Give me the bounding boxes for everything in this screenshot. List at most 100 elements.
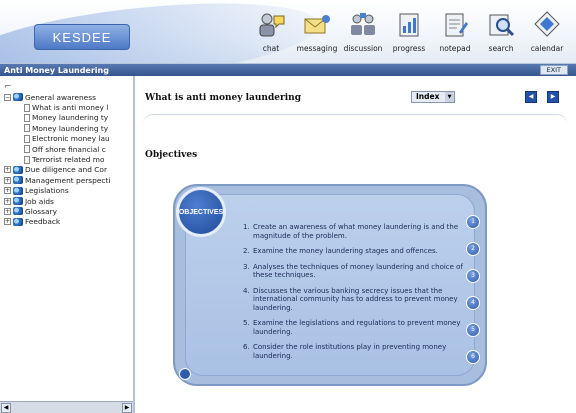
index-dropdown-label: Index xyxy=(416,92,440,101)
tree-leaf[interactable]: Terrorist related mo xyxy=(4,154,128,164)
tree-node[interactable]: + Management perspecti xyxy=(4,175,128,185)
tree-node[interactable]: + Glossary xyxy=(4,206,128,216)
objective-text: Examine the money laundering stages and … xyxy=(253,247,438,255)
toolbar-search-button[interactable]: search xyxy=(478,10,524,53)
expand-icon[interactable]: + xyxy=(4,176,11,184)
tree-leaf-label: Money laundering ty xyxy=(32,123,109,133)
discussion-icon xyxy=(351,13,375,35)
toolbar-chat-button[interactable]: chat xyxy=(248,10,294,53)
tree-leaf[interactable]: Money laundering ty xyxy=(4,123,128,133)
objective-text: Analyses the techniques of money launder… xyxy=(253,262,463,280)
tree-node-label: Due diligence and Cor xyxy=(25,165,107,175)
tree-horizontal-scrollbar[interactable]: ◀ ▶ xyxy=(0,401,133,413)
toolbar-label: discussion xyxy=(343,44,383,53)
scroll-right-icon[interactable]: ▶ xyxy=(122,403,132,413)
toolbar-progress-button[interactable]: progress xyxy=(386,10,432,53)
rail-dot-icon: 1 xyxy=(466,215,480,229)
tree-node-label: Management perspecti xyxy=(25,175,111,185)
tree-node[interactable]: + Legislations xyxy=(4,186,128,196)
objective-text: Consider the role institutions play in p… xyxy=(253,343,447,360)
objective-item: 4. Discusses the various banking secrecy … xyxy=(243,287,468,313)
page-icon xyxy=(24,145,30,154)
collapse-icon[interactable]: − xyxy=(4,93,11,101)
rail-dot-icon: 5 xyxy=(466,323,480,337)
logo: KESDEE xyxy=(34,24,130,50)
tree-leaf[interactable]: Off shore financial c xyxy=(4,144,128,154)
toolbar-label: messaging xyxy=(296,44,338,53)
tree-node-label: Feedback xyxy=(25,217,61,227)
tree-leaf[interactable]: Money laundering ty xyxy=(4,113,128,123)
page-icon xyxy=(24,134,30,143)
page-icon xyxy=(24,103,30,112)
topic-icon xyxy=(13,217,23,226)
objective-text: Create an awareness of what money launde… xyxy=(253,223,459,240)
content-area: What is anti money laundering Index ▼ ◀ … xyxy=(137,76,576,413)
objectives-panel-inner: 1. Create an awareness of what money laun… xyxy=(185,194,480,376)
course-tree-panel: ⌐ − General awareness What is anti money… xyxy=(0,76,135,413)
index-dropdown[interactable]: Index ▼ xyxy=(411,91,455,103)
expand-icon[interactable]: + xyxy=(4,207,11,215)
rail-dot-icon: 6 xyxy=(466,350,480,364)
tree-node[interactable]: + Feedback xyxy=(4,217,128,227)
topic-icon xyxy=(13,207,23,216)
messaging-icon xyxy=(304,15,330,34)
expand-icon[interactable]: + xyxy=(4,218,11,226)
objective-item: 1. Create an awareness of what money laun… xyxy=(243,223,468,240)
page-icon xyxy=(24,124,30,133)
content-divider xyxy=(143,114,567,126)
next-page-button[interactable]: ▶ xyxy=(547,91,559,103)
tree-node-general-awareness[interactable]: − General awareness xyxy=(4,92,128,102)
page-title: What is anti money laundering xyxy=(145,93,301,103)
module-title: Anti Money Laundering xyxy=(4,65,109,75)
corner-ornament-icon xyxy=(179,368,191,380)
toolbar-calendar-button[interactable]: calendar xyxy=(524,10,570,53)
toolbar-label: notepad xyxy=(439,44,471,53)
tree-leaf-label: Money laundering ty xyxy=(32,113,109,123)
toolbar: chat messaging discussion progress notep… xyxy=(248,10,570,53)
topic-icon xyxy=(13,176,23,185)
exit-button[interactable]: EXIT xyxy=(539,65,568,75)
expand-icon[interactable]: + xyxy=(4,166,11,174)
toolbar-label: calendar xyxy=(530,44,564,53)
objectives-list: 1. Create an awareness of what money laun… xyxy=(243,223,468,367)
objectives-rail: 1 2 3 4 5 6 xyxy=(466,215,480,365)
tree-node[interactable]: + Job aids xyxy=(4,196,128,206)
tree-leaf[interactable]: What is anti money l xyxy=(4,102,128,112)
tree-node-label: General awareness xyxy=(25,92,96,102)
tree-leaf-label: Off shore financial c xyxy=(32,144,106,154)
toolbar-discussion-button[interactable]: discussion xyxy=(340,10,386,53)
objectives-badge: OBJECTIVES xyxy=(176,187,226,237)
tree-node-label: Job aids xyxy=(25,196,54,206)
objective-item: 5. Examine the legislations and regulatio… xyxy=(243,319,468,336)
tree-leaf-label: Terrorist related mo xyxy=(32,155,105,165)
topic-icon xyxy=(13,93,23,102)
toolbar-messaging-button[interactable]: messaging xyxy=(294,10,340,53)
scroll-left-icon[interactable]: ◀ xyxy=(1,403,11,413)
module-title-bar: Anti Money Laundering EXIT xyxy=(0,64,576,76)
page-icon xyxy=(24,113,30,122)
objectives-panel: 1. Create an awareness of what money laun… xyxy=(173,184,487,386)
toolbar-notepad-button[interactable]: notepad xyxy=(432,10,478,53)
calendar-icon xyxy=(534,11,560,37)
tree-node[interactable]: + Due diligence and Cor xyxy=(4,165,128,175)
expand-icon[interactable]: + xyxy=(4,187,11,195)
header: KESDEE chat messaging discussion progres… xyxy=(0,0,576,64)
topic-icon xyxy=(13,186,23,195)
arrow-left-icon: ◀ xyxy=(528,93,534,100)
rail-dot-icon: 2 xyxy=(466,242,480,256)
expand-icon[interactable]: + xyxy=(4,197,11,205)
chat-icon xyxy=(259,13,285,37)
toolbar-label: progress xyxy=(392,44,426,53)
previous-page-button[interactable]: ◀ xyxy=(525,91,537,103)
tree-leaf[interactable]: Electronic money lau xyxy=(4,134,128,144)
search-icon xyxy=(489,14,515,37)
tree-node-label: Legislations xyxy=(25,186,69,196)
tree-leaf-label: Electronic money lau xyxy=(32,134,110,144)
objective-item: 3. Analyses the techniques of money laund… xyxy=(243,263,468,280)
chevron-down-icon: ▼ xyxy=(445,92,454,102)
objective-item: 6. Consider the role institutions play in… xyxy=(243,343,468,360)
topic-icon xyxy=(13,165,23,174)
app-window: KESDEE chat messaging discussion progres… xyxy=(0,0,576,413)
tree-root-icon: ⌐ xyxy=(4,82,12,92)
tree-node-label: Glossary xyxy=(25,206,57,216)
